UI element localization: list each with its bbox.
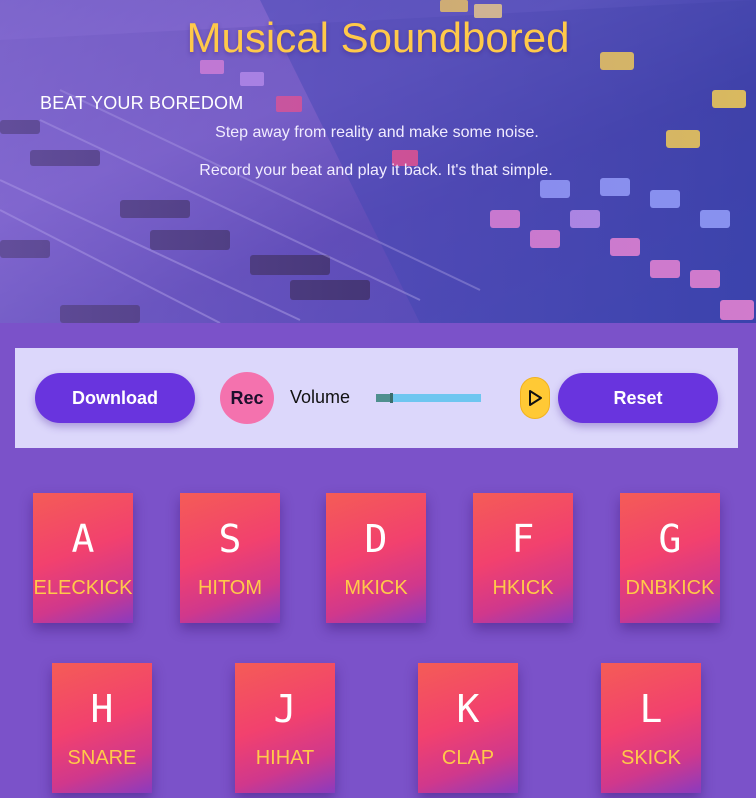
tagline-2: Record your beat and play it back. It's …	[199, 162, 553, 179]
controls-panel: Download Rec Volume Reset	[15, 348, 738, 448]
download-button[interactable]: Download	[35, 373, 195, 423]
pad-key: A	[71, 517, 95, 561]
pad-d[interactable]: D MKICK	[326, 493, 426, 623]
pad-key: D	[364, 517, 388, 561]
pad-sound: HKICK	[492, 577, 554, 599]
tagline-1: Step away from reality and make some noi…	[215, 124, 539, 141]
pad-sound: SNARE	[67, 747, 137, 769]
pad-key: S	[218, 517, 242, 561]
volume-slider[interactable]	[376, 393, 481, 403]
pad-sound: SKICK	[620, 747, 682, 769]
record-button[interactable]: Rec	[220, 372, 274, 424]
pad-key: K	[456, 687, 480, 731]
pad-sound: MKICK	[344, 577, 408, 599]
pad-sound: CLAP	[441, 747, 495, 769]
volume-label: Volume	[290, 387, 351, 407]
pad-sound: HIHAT	[255, 747, 315, 769]
play-button[interactable]	[520, 377, 550, 419]
pad-f[interactable]: F HKICK	[473, 493, 573, 623]
pad-sound: ELECKICK	[33, 577, 133, 599]
hero-banner: Musical Soundbored BEAT YOUR BOREDOM Ste…	[0, 0, 756, 323]
page-subtitle: BEAT YOUR BOREDOM	[40, 93, 244, 113]
pad-key: F	[511, 517, 535, 561]
pad-key: L	[639, 687, 663, 731]
reset-button[interactable]: Reset	[558, 373, 718, 423]
page-title: Musical Soundbored	[186, 14, 570, 61]
pad-j[interactable]: J HIHAT	[235, 663, 335, 793]
pad-key: H	[90, 687, 114, 731]
pad-h[interactable]: H SNARE	[52, 663, 152, 793]
pad-g[interactable]: G DNBKICK	[620, 493, 720, 623]
volume-slider-thumb[interactable]	[390, 393, 393, 403]
pad-key: G	[658, 517, 682, 561]
pad-l[interactable]: L SKICK	[601, 663, 701, 793]
pad-sound: DNBKICK	[625, 577, 715, 599]
pad-key: J	[273, 687, 297, 731]
pad-s[interactable]: S HITOM	[180, 493, 280, 623]
pad-a[interactable]: A ELECKICK	[33, 493, 133, 623]
play-icon	[529, 390, 542, 406]
pad-k[interactable]: K CLAP	[418, 663, 518, 793]
pad-sound: HITOM	[197, 577, 263, 599]
